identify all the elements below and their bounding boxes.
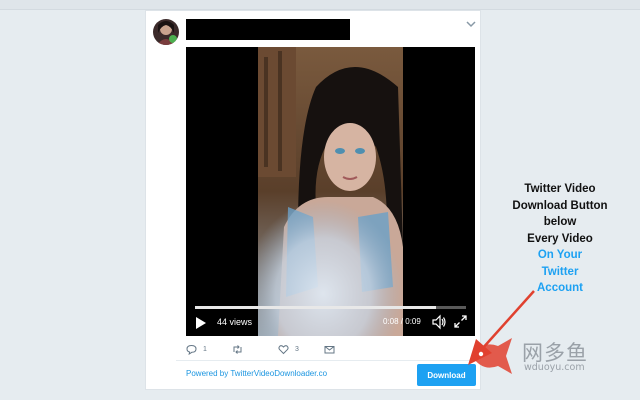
- retweet-action[interactable]: [232, 342, 249, 356]
- video-frame: [258, 47, 403, 336]
- view-count: 44 views: [217, 317, 253, 327]
- callout-line: Every Video: [527, 232, 593, 245]
- chevron-down-icon[interactable]: [464, 17, 478, 31]
- callout-line-highlight: On Your: [537, 249, 583, 261]
- callout-line-highlight: Twitter: [541, 265, 579, 278]
- progress-fill: [195, 306, 437, 309]
- callout-line: Twitter Video: [524, 183, 596, 195]
- like-action[interactable]: 3: [278, 342, 299, 356]
- tweet-card: 44 views 0:08 / 0:09 1 3 Powered by Twit…: [145, 10, 481, 390]
- volume-icon[interactable]: [431, 314, 447, 330]
- heart-icon: [278, 344, 289, 354]
- powered-by-link[interactable]: Powered by TwitterVideoDownloader.co: [186, 369, 327, 378]
- tweet-actions: 1 3: [186, 342, 436, 356]
- divider: [176, 360, 476, 361]
- time-display: 0:08 / 0:09: [383, 317, 421, 326]
- avatar[interactable]: [153, 19, 179, 45]
- video-controls: 44 views 0:08 / 0:09: [186, 304, 475, 336]
- play-icon[interactable]: [195, 316, 207, 330]
- promo-callout: Twitter Video Download Button below Ever…: [490, 181, 630, 297]
- fish-logo-icon: [472, 338, 512, 374]
- progress-bar[interactable]: [195, 306, 466, 309]
- watermark: 网多鱼 wduoyu.com: [468, 334, 608, 380]
- author-name-redacted: [186, 19, 350, 40]
- watermark-url: wduoyu.com: [524, 362, 585, 373]
- video-player[interactable]: 44 views 0:08 / 0:09: [186, 47, 475, 336]
- envelope-icon: [324, 345, 335, 353]
- like-count: 3: [295, 345, 299, 353]
- reply-count: 1: [203, 345, 207, 353]
- callout-line: Download Button: [512, 199, 608, 212]
- reply-icon: [186, 344, 197, 355]
- callout-line: below: [543, 216, 577, 228]
- reply-action[interactable]: 1: [186, 342, 207, 356]
- retweet-icon: [233, 344, 242, 354]
- top-strip: [0, 0, 640, 10]
- message-action[interactable]: [324, 342, 341, 356]
